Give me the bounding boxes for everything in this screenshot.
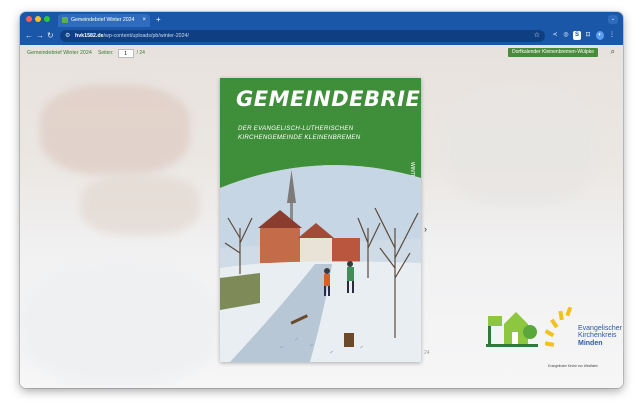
- background-blur: [440, 85, 600, 205]
- sound-icon[interactable]: ◀): [336, 387, 344, 388]
- forward-button[interactable]: →: [36, 30, 44, 41]
- dorf-logo: [486, 312, 538, 347]
- profile-avatar[interactable]: ◐: [596, 31, 604, 40]
- magazine-cover[interactable]: GEMEINDEBRIEF DER EVANGELISCH-LUTHERISCH…: [220, 78, 421, 362]
- new-tab-button[interactable]: +: [156, 13, 161, 26]
- address-bar[interactable]: ⚙ hvk1582.de/wp-content/uploads/pb/winte…: [60, 30, 545, 42]
- total-pages: / 24: [136, 50, 145, 56]
- next-page-icon[interactable]: ›: [424, 224, 427, 234]
- tab-search-button[interactable]: ⌄: [608, 15, 618, 24]
- dorfkalender-link-button[interactable]: Dorfkalender Kleinenbremen-Wülpke: [508, 48, 598, 57]
- browser-menu-icon[interactable]: ⋮: [608, 31, 616, 40]
- download-icon[interactable]: ⤓: [317, 387, 320, 388]
- share-icon[interactable]: ⋖: [294, 387, 300, 388]
- favicon-icon: [62, 17, 68, 23]
- background-blur: [20, 265, 220, 385]
- kirchenkreis-logo: Evangelischer Kirchenkreis Minden Evange…: [544, 306, 622, 368]
- bookmark-star-icon[interactable]: ☆: [534, 30, 540, 42]
- search-icon[interactable]: ⌕: [611, 47, 615, 57]
- browser-window: Gemeindebrief Winter 2024 × + ⌄ ← → ↻ ⚙ …: [20, 12, 623, 388]
- background-blur: [80, 175, 200, 235]
- thumbnails-icon[interactable]: ⁘: [276, 387, 282, 388]
- close-window-button[interactable]: [26, 16, 32, 22]
- reload-button[interactable]: ↻: [47, 30, 54, 41]
- pages-label: Seiten:: [98, 50, 114, 56]
- minimize-window-button[interactable]: [35, 16, 41, 22]
- extension-icon[interactable]: ◎: [562, 31, 570, 40]
- document-title: Gemeindebrief Winter 2024: [27, 50, 92, 56]
- back-button[interactable]: ←: [25, 30, 33, 41]
- page-number-input[interactable]: [117, 49, 134, 58]
- page-navigator: Seiten: / 24: [98, 49, 145, 58]
- maximize-window-button[interactable]: [44, 16, 50, 22]
- viewer-toolbar: Gemeindebrief Winter 2024 Seiten: / 24 D…: [20, 45, 623, 62]
- tab-bar: Gemeindebrief Winter 2024 × + ⌄: [20, 12, 623, 27]
- extension-icon[interactable]: ⊡: [584, 31, 592, 40]
- tab-title: Gemeindebrief Winter 2024: [71, 17, 135, 23]
- winter-village-painting: [220, 165, 421, 362]
- extension-icon[interactable]: S: [573, 31, 581, 40]
- extension-icon[interactable]: ≺: [551, 31, 559, 40]
- side-page-number: 24: [424, 350, 430, 356]
- close-tab-icon[interactable]: ×: [142, 14, 146, 27]
- fullscreen-icon[interactable]: ⤢: [361, 387, 367, 388]
- site-info-icon[interactable]: ⚙: [65, 30, 70, 42]
- kirchenkreis-name: Evangelischer Kirchenkreis Minden: [578, 325, 622, 347]
- ekvw-label: Evangelische Kirche von Westfalen: [548, 364, 598, 368]
- background-blur: [40, 85, 190, 175]
- address-bar-row: ← → ↻ ⚙ hvk1582.de/wp-content/uploads/pb…: [20, 27, 623, 45]
- tab-gemeindebrief[interactable]: Gemeindebrief Winter 2024 ×: [58, 14, 150, 27]
- zoom-icon[interactable]: ⊕: [350, 387, 356, 388]
- kirchenkreis-emblem: [544, 306, 573, 347]
- flipbook-viewer: Gemeindebrief Winter 2024 Seiten: / 24 D…: [20, 45, 623, 388]
- url-text: hvk1582.de/wp-content/uploads/pb/winter-…: [75, 33, 189, 39]
- print-icon[interactable]: ⎙: [305, 387, 311, 388]
